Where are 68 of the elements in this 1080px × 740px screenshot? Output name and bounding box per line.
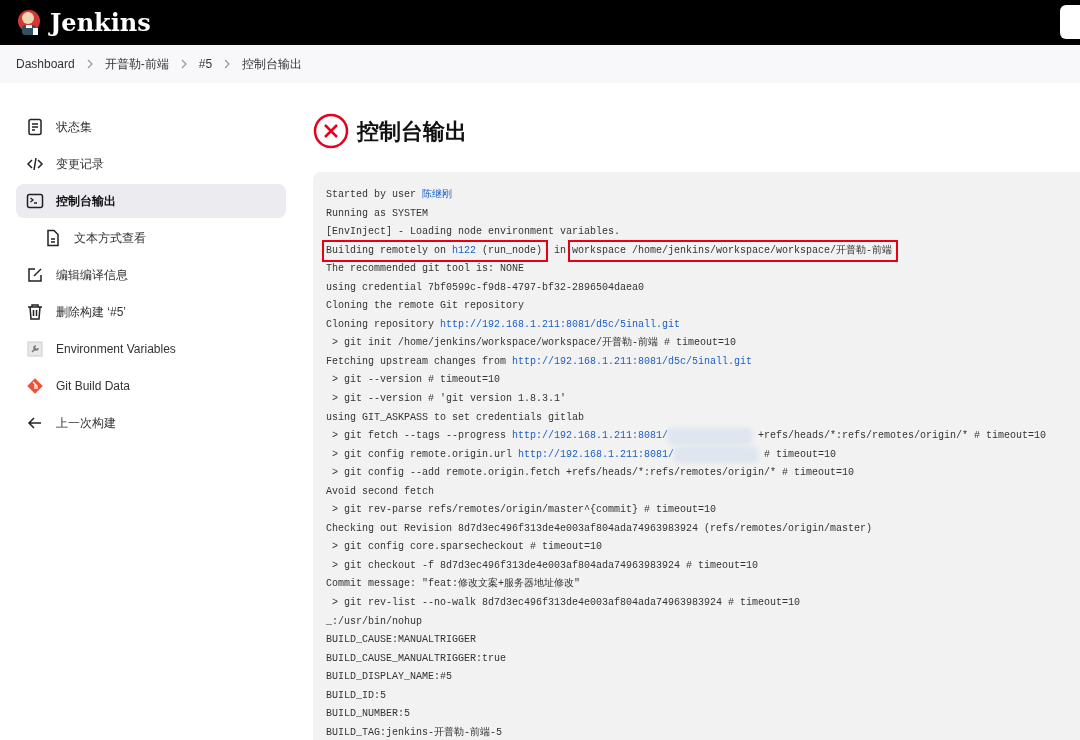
console-text: > git config core.sparsecheckout # timeout=10 — [331, 540, 603, 555]
console-text: BUILD_ID:5 — [326, 688, 386, 703]
breadcrumb-link[interactable]: 开普勒-前端 — [104, 55, 169, 73]
console-text: using GIT_ASKPASS to set credentials gitlab — [326, 410, 585, 425]
console-text: using credential 7bf0599c-f9d8-4797-bf32-2896504daea0 — [326, 280, 645, 295]
terminal-icon — [26, 192, 44, 210]
console-link[interactable]: http://192.168.1.211:8081/ — [512, 427, 669, 446]
console-text: _:/usr/bin/nohup — [326, 614, 422, 629]
console-text: > git rev-parse refs/remotes/origin/master^{commit} # timeout=10 — [331, 503, 717, 518]
console-link[interactable]: h122 — [452, 241, 477, 261]
breadcrumb-link[interactable]: #5 — [198, 55, 213, 73]
console-text: Cloning the remote Git repository — [326, 299, 525, 314]
brand-name[interactable]: Jenkins — [50, 4, 151, 41]
console-text: Running as SYSTEM — [326, 206, 429, 221]
console-text: [EnvInject] - Loading node environment variables. — [326, 225, 621, 240]
sidebar-item[interactable]: 文本方式查看 — [16, 221, 286, 255]
chevron-icon — [224, 59, 231, 69]
console-link[interactable]: http://192.168.1.211:8081/ — [518, 445, 675, 465]
code-icon — [26, 155, 44, 173]
chevron-icon — [180, 59, 187, 69]
console-text: > git checkout -f 8d7d3ec496f313de4e003af804ada74963983924 # timeout=10 — [331, 558, 759, 573]
console-text: > git --version # 'git version 1.8.3.1' — [331, 392, 567, 406]
console-text: Started by user — [326, 188, 417, 202]
console-text: +refs/heads/*:refs/remotes/origin/* # timeout=10 — [757, 429, 1047, 444]
sidebar-item[interactable]: 删除构建 ‘#5’ — [16, 295, 286, 329]
sidebar-item[interactable]: Git Build Data — [16, 369, 286, 403]
console-text: BUILD_TAG:jenkins-开普勒-前端-5 — [326, 725, 503, 740]
sidebar-item[interactable]: 编辑编译信息 — [16, 258, 286, 292]
console-text: Building remotely on — [326, 243, 448, 258]
console-text: # timeout=10 — [763, 447, 837, 462]
sidebar-item[interactable]: Environment Variables — [16, 332, 286, 366]
console-text: The recommended git tool is: NONE — [326, 262, 525, 277]
console-text: Checking out Revision 8d7d3ec496f313de4e003af804ada74963983924 (refs/remotes/origin/master) — [326, 521, 873, 536]
console-text: in — [553, 243, 568, 258]
console-text: BUILD_CAUSE:MANUALTRIGGER — [326, 633, 477, 648]
console-text: > git config --add remote.origin.fetch +refs/heads/*:refs/remotes/origin/* # timeout=10 — [331, 466, 855, 481]
console-text: > git config remote.origin.url — [331, 447, 514, 462]
console-text: (run_node) — [481, 243, 543, 258]
page-title: 控制台输出 — [357, 117, 467, 146]
sidebar-item[interactable]: 控制台输出 — [16, 184, 286, 218]
console-text: BUILD_CAUSE_MANUALTRIGGER:true — [326, 651, 507, 666]
chevron-icon — [86, 59, 93, 69]
document-icon — [26, 118, 44, 136]
console-text: BUILD_DISPLAY_NAME:#5 — [326, 670, 453, 685]
console-text: Fetching upstream changes from — [326, 354, 508, 369]
console-text: > git rev-list --no-walk 8d7d3ec496f313de4e003af804ada74963983924 # timeout=10 — [331, 596, 801, 611]
console-link[interactable]: http://192.168.1.211:8081/d5c/5inall.git — [440, 315, 681, 335]
file-icon — [44, 229, 62, 247]
sidebar-item[interactable]: 状态集 — [16, 110, 286, 144]
wrench-icon — [26, 340, 44, 358]
console-text: Commit message: "feat:修改文案+服务器地址修改" — [326, 576, 581, 592]
breadcrumb-link[interactable]: Dashboard — [16, 55, 75, 73]
trash-icon — [26, 303, 44, 321]
sidebar-item[interactable]: 上一次构建 — [16, 406, 286, 440]
console-link[interactable]: 陈继刚 — [422, 186, 452, 205]
butler-logo-icon[interactable] — [16, 7, 42, 38]
edit-icon — [26, 266, 44, 284]
console-text: workspace /home/jenkins/workspace/workspace/开普勒-前端 — [572, 243, 893, 258]
console-text: Cloning repository — [326, 317, 436, 332]
sidebar-item[interactable]: 变更记录 — [16, 147, 286, 181]
console-text: BUILD_NUMBER:5 — [326, 707, 410, 722]
search-field[interactable] — [1060, 5, 1080, 39]
console-text: > git --version # timeout=10 — [331, 373, 501, 388]
console-link[interactable]: http://192.168.1.211:8081/d5c/5inall.git — [512, 352, 753, 372]
console-text: Avoid second fetch — [326, 484, 435, 499]
breadcrumb-link[interactable]: 控制台输出 — [242, 55, 303, 73]
console-text: > git fetch --tags --progress — [331, 429, 508, 444]
console-text: > git init /home/jenkins/workspace/workspace/开普勒-前端 # timeout=10 — [331, 335, 737, 351]
